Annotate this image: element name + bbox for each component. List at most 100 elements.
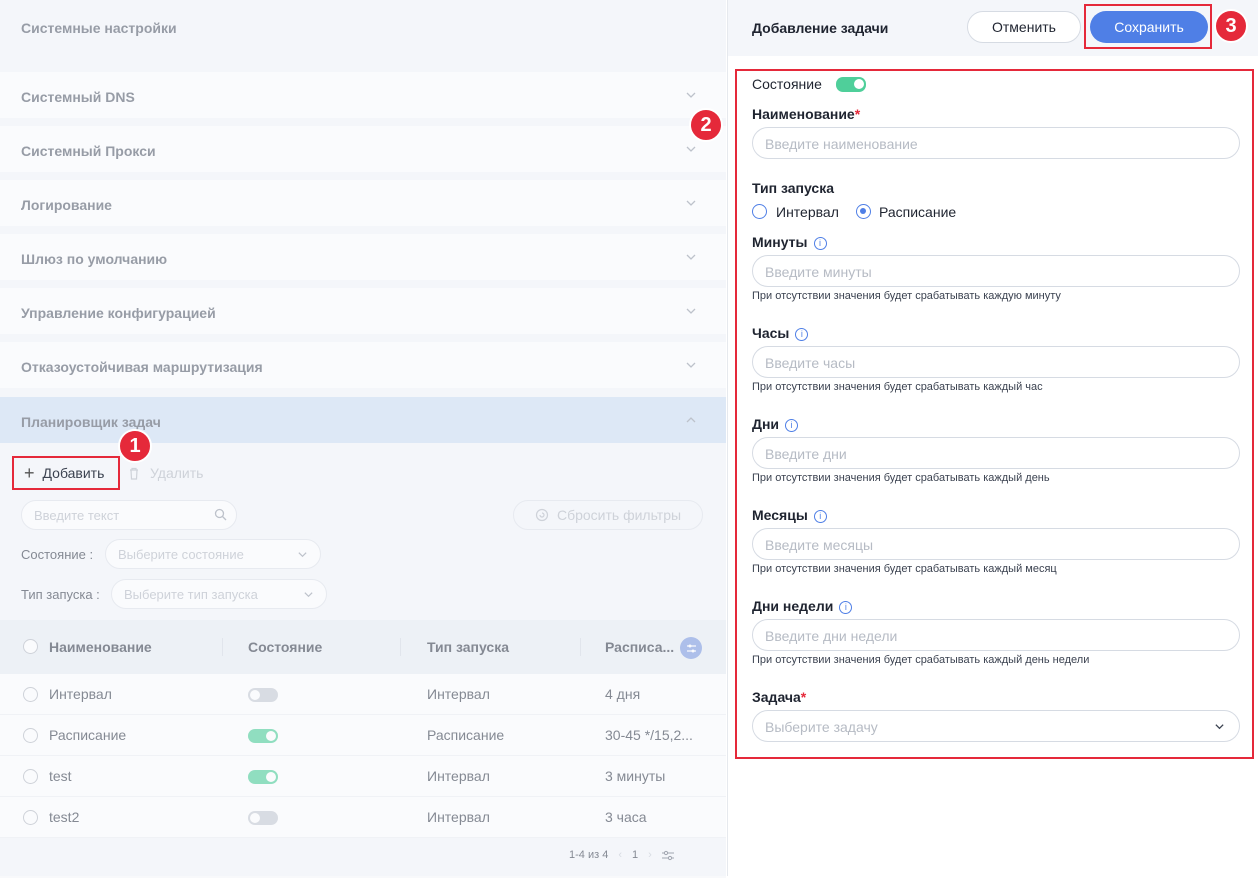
launch-filter-select[interactable]: Выберите тип запуска (111, 579, 327, 609)
months-input[interactable]: Введите месяцы (752, 528, 1240, 560)
launch-filter-label: Тип запуска : (21, 587, 100, 602)
table-header: Наименование Состояние Тип запуска Распи… (0, 620, 726, 674)
page-title: Системные настройки (21, 20, 177, 36)
row-checkbox[interactable] (23, 728, 38, 743)
state-filter-select[interactable]: Выберите состояние (105, 539, 321, 569)
name-input[interactable]: Введите наименование (752, 127, 1240, 159)
section-label: Шлюз по умолчанию (21, 251, 168, 267)
pagination-range: 1-4 из 4 (569, 849, 609, 861)
launch-filter-placeholder: Выберите тип запуска (124, 587, 258, 602)
search-input[interactable]: Введите текст (21, 500, 237, 530)
chevron-down-icon (686, 254, 696, 260)
toggle-knob (250, 690, 260, 700)
prev-page-icon[interactable]: ‹ (618, 849, 622, 861)
column-launch-type[interactable]: Тип запуска (427, 639, 509, 655)
radio-schedule-label[interactable]: Расписание (879, 204, 956, 220)
plus-icon: + (24, 462, 35, 483)
info-icon[interactable]: i (839, 600, 853, 614)
add-task-panel: Добавление задачи Отменить Сохранить Сос… (727, 0, 1258, 876)
row-state-toggle[interactable] (248, 688, 278, 702)
name-label: Наименование* (752, 106, 860, 122)
section-system-dns[interactable]: Системный DNS (0, 72, 726, 122)
radio-schedule[interactable] (856, 204, 871, 219)
column-state[interactable]: Состояние (248, 639, 322, 655)
chevron-up-icon (686, 417, 696, 423)
row-schedule: 3 минуты (605, 768, 666, 784)
weekdays-label-text: Дни недели (752, 598, 834, 614)
radio-interval-label[interactable]: Интервал (776, 204, 839, 220)
page-settings-icon[interactable] (661, 850, 674, 861)
section-default-gateway[interactable]: Шлюз по умолчанию (0, 234, 726, 284)
row-schedule: 3 часа (605, 809, 647, 825)
table-row[interactable]: Расписание Расписание 30-45 */15,2... (0, 715, 726, 756)
table-row[interactable]: test2 Интервал 3 часа (0, 797, 726, 838)
info-icon[interactable]: i (813, 509, 827, 523)
row-name: test2 (49, 809, 80, 825)
toggle-knob (250, 813, 260, 823)
chevron-down-icon (686, 146, 696, 152)
section-failover-routing[interactable]: Отказоустойчивая маршрутизация (0, 342, 726, 392)
info-icon[interactable]: i (795, 327, 809, 341)
section-label: Планировщик задач (21, 414, 161, 430)
info-icon[interactable]: i (813, 236, 827, 250)
delete-button[interactable]: Удалить (128, 465, 203, 481)
select-all-checkbox[interactable] (23, 639, 38, 654)
chevron-down-icon (298, 552, 307, 558)
table-row[interactable]: test Интервал 3 минуты (0, 756, 726, 797)
panel-header: Добавление задачи Отменить Сохранить (728, 0, 1258, 56)
toggle-knob (854, 79, 864, 89)
task-label: Задача* (752, 689, 806, 705)
radio-interval[interactable] (752, 204, 767, 219)
pagination: 1-4 из 4 ‹ 1 › (569, 849, 674, 861)
section-logging[interactable]: Логирование (0, 180, 726, 230)
delete-label: Удалить (150, 465, 204, 481)
search-icon (214, 508, 227, 521)
save-button[interactable]: Сохранить (1090, 11, 1208, 43)
minutes-input[interactable]: Введите минуты (752, 255, 1240, 287)
days-input[interactable]: Введите дни (752, 437, 1240, 469)
reset-icon (535, 508, 549, 522)
row-state-toggle[interactable] (248, 811, 278, 825)
table-row[interactable]: Интервал Интервал 4 дня (0, 674, 726, 715)
hours-input[interactable]: Введите часы (752, 346, 1240, 378)
section-label: Отказоустойчивая маршрутизация (21, 359, 263, 375)
required-mark: * (800, 689, 807, 705)
hours-label: Часы i (752, 325, 809, 341)
weekdays-label: Дни недели i (752, 598, 853, 614)
settings-area: Системные настройки Системный DNS Систем… (0, 0, 726, 878)
state-toggle[interactable] (836, 77, 866, 92)
row-checkbox[interactable] (23, 810, 38, 825)
section-label: Системный DNS (21, 89, 135, 105)
section-task-scheduler[interactable]: Планировщик задач (0, 397, 726, 447)
section-system-proxy[interactable]: Системный Прокси (0, 126, 726, 176)
panel-title: Добавление задачи (752, 20, 889, 36)
column-settings-button[interactable] (680, 637, 702, 659)
weekdays-input[interactable]: Введите дни недели (752, 619, 1240, 651)
required-mark: * (854, 106, 861, 122)
chevron-down-icon (304, 592, 313, 598)
column-divider (580, 638, 581, 656)
row-checkbox[interactable] (23, 769, 38, 784)
search-placeholder: Введите текст (34, 508, 120, 523)
section-label: Управление конфигурацией (21, 305, 216, 321)
info-icon[interactable]: i (785, 418, 799, 432)
state-filter-label: Состояние : (21, 547, 94, 562)
next-page-icon[interactable]: › (648, 849, 652, 861)
row-checkbox[interactable] (23, 687, 38, 702)
toggle-knob (266, 731, 276, 741)
task-select[interactable]: Выберите задачу (752, 710, 1240, 742)
row-state-toggle[interactable] (248, 729, 278, 743)
weekdays-hint: При отсутствии значения будет срабатыват… (752, 654, 1090, 666)
cancel-button[interactable]: Отменить (967, 11, 1081, 43)
reset-filters-button[interactable]: Сбросить фильтры (513, 500, 703, 530)
current-page[interactable]: 1 (632, 849, 638, 861)
add-button[interactable]: + Добавить (12, 456, 120, 490)
column-name[interactable]: Наименование (49, 639, 152, 655)
chevron-down-icon (686, 200, 696, 206)
column-schedule[interactable]: Расписа... (605, 639, 674, 655)
minutes-hint: При отсутствии значения будет срабатыват… (752, 290, 1061, 302)
row-state-toggle[interactable] (248, 770, 278, 784)
state-filter-placeholder: Выберите состояние (118, 547, 244, 562)
section-config-management[interactable]: Управление конфигурацией (0, 288, 726, 338)
section-label: Логирование (21, 197, 112, 213)
